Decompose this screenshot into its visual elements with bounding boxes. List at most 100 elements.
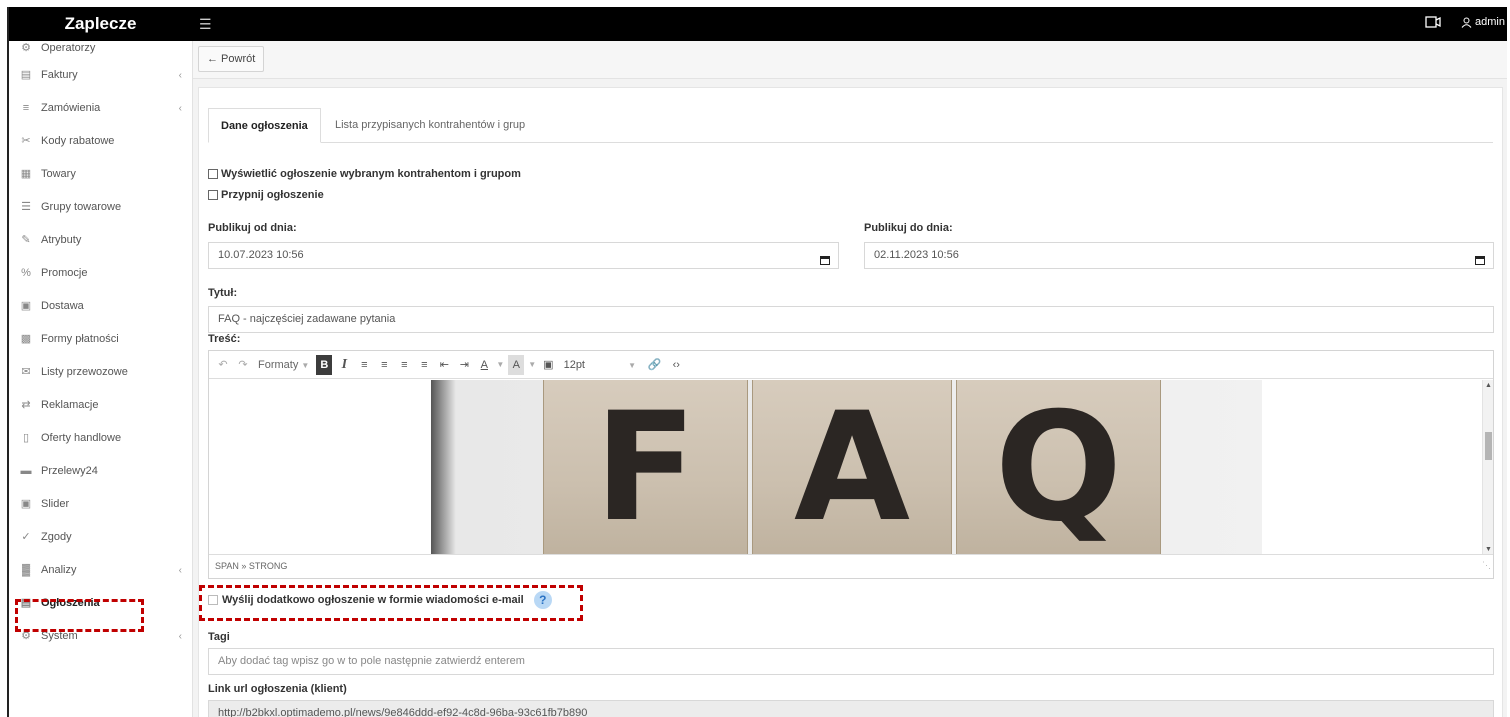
font-size-value: 12pt	[563, 358, 585, 371]
outdent-icon[interactable]: ⇤	[436, 355, 452, 375]
undo-icon[interactable]: ↶	[215, 355, 231, 375]
show-to-selected-row: Wyświetlić ogłoszenie wybranym kontrahen…	[208, 168, 521, 180]
title-input[interactable]: FAQ - najczęściej zadawane pytania	[208, 306, 1494, 333]
sidebar-item-zgody[interactable]: ✓ Zgody	[9, 521, 192, 554]
sidebar-item-reklamacje[interactable]: ⇄ Reklamacje	[9, 389, 192, 422]
calendar-icon[interactable]	[820, 250, 830, 275]
chevron-left-icon: ‹	[178, 103, 182, 114]
caret-down-icon[interactable]: ▼	[528, 360, 536, 369]
top-right-controls: admin	[1425, 16, 1505, 28]
sidebar-item-atrybuty[interactable]: ✎ Atrybuty	[9, 224, 192, 257]
resize-handle-icon[interactable]: ⋱	[1482, 554, 1491, 576]
main-content: ← Powrót Dane ogłoszenia Lista przypisan…	[193, 41, 1507, 717]
insert-image-icon[interactable]: ▣	[540, 355, 556, 375]
sidebar-item-przelewy24[interactable]: ▬ Przelewy24	[9, 455, 192, 488]
element-path: SPAN » STRONG	[215, 561, 288, 571]
font-color-button[interactable]: A	[476, 355, 492, 375]
back-bar: ← Powrót	[193, 41, 1507, 79]
app-frame: Zaplecze ☰ admin ⚙ Operatorzy ▤ Faktury ‹ ≡…	[7, 7, 1507, 717]
background-color-button[interactable]: A	[508, 354, 525, 375]
publish-from-label: Publikuj od dnia:	[208, 222, 297, 234]
tabs: Dane ogłoszenia Lista przypisanych kontr…	[208, 108, 1493, 143]
sidebar-item-oferty-handlowe[interactable]: ▯ Oferty handlowe	[9, 422, 192, 455]
sidebar-item-slider[interactable]: ▣ Slider	[9, 488, 192, 521]
sidebar-item-ogloszenia[interactable]: ▤ Ogłoszenia	[9, 587, 192, 620]
operators-icon: ⚙	[21, 42, 31, 54]
sidebar-item-operatorzy[interactable]: ⚙ Operatorzy	[9, 37, 192, 59]
tab-dane-ogloszenia[interactable]: Dane ogłoszenia	[208, 108, 321, 143]
sidebar-item-promocje[interactable]: % Promocje	[9, 257, 192, 290]
sidebar-item-listy-przewozowe[interactable]: ✉ Listy przewozowe	[9, 356, 192, 389]
align-right-icon[interactable]: ≡	[396, 355, 412, 375]
sidebar-item-dostawa[interactable]: ▣ Dostawa	[9, 290, 192, 323]
sidebar-item-label: Zgody	[41, 531, 72, 543]
sidebar: ⚙ Operatorzy ▤ Faktury ‹ ≡ Zamówienia ‹ ✂ Kody…	[9, 41, 193, 717]
pin-label: Przypnij ogłoszenie	[221, 189, 324, 201]
redo-icon[interactable]: ↷	[235, 355, 251, 375]
indent-icon[interactable]: ⇥	[456, 355, 472, 375]
sidebar-item-label: Listy przewozowe	[41, 366, 128, 378]
sidebar-item-kody-rabatowe[interactable]: ✂ Kody rabatowe	[9, 125, 192, 158]
truck-icon: ▣	[20, 300, 32, 312]
italic-button[interactable]: I	[336, 355, 352, 375]
caret-down-icon[interactable]: ▼	[496, 360, 504, 369]
document-icon: ▤	[20, 69, 32, 81]
sidebar-item-analizy[interactable]: ▓ Analizy ‹	[9, 554, 192, 587]
caret-down-icon: ▼	[301, 360, 310, 370]
sidebar-item-label: Zamówienia	[41, 102, 101, 114]
announcement-form-card: Dane ogłoszenia Lista przypisanych kontr…	[198, 87, 1503, 717]
exchange-icon: ⇄	[21, 399, 31, 411]
scrollbar-thumb[interactable]	[1485, 432, 1492, 460]
sidebar-item-label: Dostawa	[41, 300, 84, 312]
card-icon: ▬	[20, 465, 32, 477]
align-left-icon[interactable]: ≡	[356, 355, 372, 375]
publish-from-value: 10.07.2023 10:56	[218, 249, 304, 261]
align-justify-icon[interactable]: ≡	[416, 355, 432, 375]
sidebar-item-label: Grupy towarowe	[41, 201, 122, 213]
money-icon: ▩	[20, 333, 32, 345]
sidebar-item-faktury[interactable]: ▤ Faktury ‹	[9, 59, 192, 92]
file-icon: ▯	[22, 432, 30, 444]
send-email-checkbox[interactable]	[208, 595, 218, 605]
send-email-label: Wyślij dodatkowo ogłoszenie w formie wia…	[222, 594, 524, 606]
calendar-icon[interactable]	[1475, 250, 1485, 275]
formats-dropdown[interactable]: Formaty ▼	[255, 355, 312, 375]
bold-button[interactable]: B	[316, 354, 333, 375]
formats-label: Formaty	[258, 358, 299, 371]
back-button[interactable]: ← Powrót	[198, 46, 265, 72]
link-icon[interactable]: 🔗	[645, 355, 665, 375]
editor-statusbar: SPAN » STRONG ⋱	[209, 554, 1493, 578]
publish-to-input[interactable]: 02.11.2023 10:56	[864, 242, 1494, 269]
tab-lista-kontrahentow[interactable]: Lista przypisanych kontrahentów i grup	[323, 108, 537, 143]
video-icon[interactable]	[1425, 16, 1441, 28]
source-code-icon[interactable]: ‹›	[668, 355, 684, 375]
show-to-selected-checkbox[interactable]	[208, 169, 218, 179]
editor-content[interactable]: F A Q	[209, 380, 1484, 555]
pin-checkbox[interactable]	[208, 190, 218, 200]
sidebar-item-formy-platnosci[interactable]: ▩ Formy płatności	[9, 323, 192, 356]
scroll-up-icon[interactable]: ▲	[1485, 382, 1492, 389]
tags-input[interactable]: Aby dodać tag wpisz go w to pole następn…	[208, 648, 1494, 675]
check-icon: ✓	[21, 531, 31, 543]
database-icon: ☰	[21, 201, 31, 213]
sidebar-item-grupy-towarowe[interactable]: ☰ Grupy towarowe	[9, 191, 192, 224]
help-icon[interactable]: ?	[533, 591, 552, 609]
sidebar-item-zamowienia[interactable]: ≡ Zamówienia ‹	[9, 92, 192, 125]
faq-cube: A	[752, 380, 952, 555]
publish-from-input[interactable]: 10.07.2023 10:56	[208, 242, 839, 269]
hamburger-icon[interactable]: ☰	[199, 16, 212, 33]
sidebar-item-label: Kody rabatowe	[41, 135, 115, 147]
sidebar-item-label: Reklamacje	[41, 399, 99, 411]
tag-icon: ✎	[21, 234, 31, 246]
sidebar-item-towary[interactable]: ▦ Towary	[9, 158, 192, 191]
link-url-input[interactable]: http://b2bkxl.optimademo.pl/news/9e846dd…	[208, 700, 1494, 717]
align-center-icon[interactable]: ≡	[376, 355, 392, 375]
sidebar-item-system[interactable]: ⚙ System ‹	[9, 620, 192, 653]
envelope-icon: ✉	[21, 366, 31, 378]
user-menu[interactable]: admin	[1461, 16, 1505, 28]
faq-cube: F	[543, 380, 748, 555]
sidebar-item-label: Przelewy24	[41, 465, 98, 477]
scroll-down-icon[interactable]: ▼	[1485, 546, 1492, 553]
font-size-dropdown[interactable]: 12pt ▼	[561, 355, 641, 375]
editor-scrollbar[interactable]: ▲ ▼	[1482, 380, 1493, 555]
